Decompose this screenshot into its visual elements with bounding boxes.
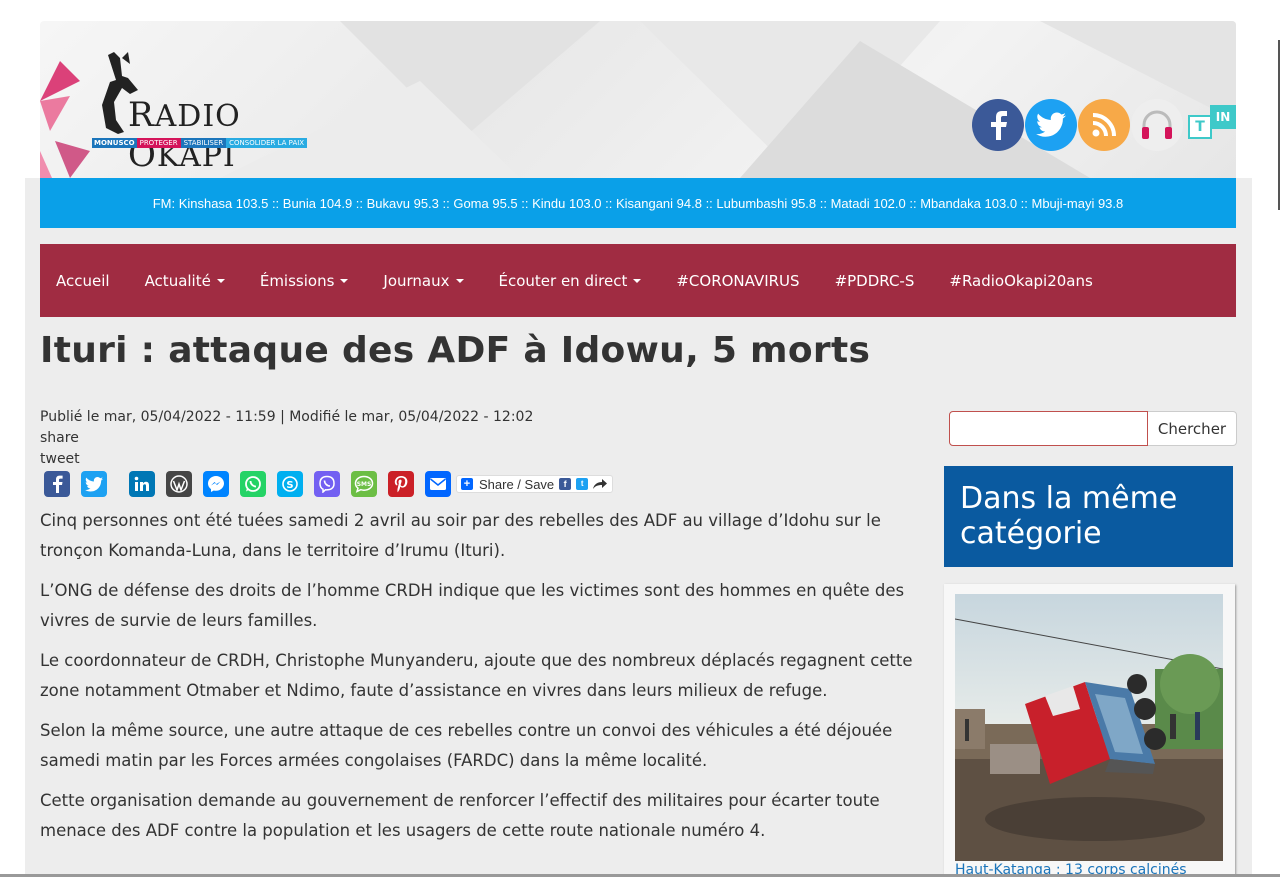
share-twitter-icon[interactable] [81, 471, 107, 497]
page-scrollbar[interactable] [1276, 0, 1280, 877]
share-link[interactable]: share [40, 428, 533, 449]
share-pinterest-icon[interactable] [388, 471, 414, 497]
article-paragraph: L’ONG de défense des droits de l’homme C… [40, 581, 905, 630]
logo-wordmark: RADIO OKAPI [128, 95, 320, 175]
search-form: Chercher [949, 411, 1237, 446]
facebook-icon[interactable] [972, 99, 1024, 151]
article-paragraph: Selon la même source, une autre attaque … [40, 721, 893, 770]
same-category-heading: Dans la même catégorie [944, 466, 1233, 567]
caret-down-icon [633, 278, 642, 283]
related-article-card[interactable]: Haut-Katanga : 13 corps calcinés [944, 584, 1235, 877]
article-meta: Publié le mar, 05/04/2022 - 11:59 | Modi… [40, 407, 533, 470]
nav-label: Émissions [259, 271, 335, 290]
related-article-image[interactable] [955, 594, 1223, 861]
share-save-label: Share / Save [479, 476, 555, 492]
nav-item-journaux[interactable]: Journaux [383, 271, 464, 290]
tweet-link[interactable]: tweet [40, 449, 533, 470]
nav-label: #CORONAVIRUS [676, 271, 800, 290]
twitter-icon[interactable] [1025, 99, 1077, 151]
social-links: T IN [972, 99, 1238, 151]
share-viber-icon[interactable] [314, 471, 340, 497]
nav-item-emissions[interactable]: Émissions [260, 272, 349, 290]
article-paragraph: Le coordonnateur de CRDH, Christophe Mun… [40, 651, 913, 700]
share-whatsapp-icon[interactable] [240, 471, 266, 497]
tin-icon-t: T [1188, 115, 1212, 139]
share-skype-icon[interactable]: S [277, 471, 303, 497]
logo-tagline-strip: MONUSCO PROTEGER STABILISER CONSOLIDER L… [92, 138, 308, 148]
mini-twitter-icon: t [576, 478, 589, 490]
article-body: Cinq personnes ont été tuées samedi 2 av… [40, 506, 920, 856]
radio-okapi-logo[interactable]: RADIO OKAPI MONUSCO PROTEGER STABILISER … [40, 50, 320, 175]
rss-icon[interactable] [1078, 99, 1130, 151]
nav-item-accueil[interactable]: Accueil [56, 272, 110, 290]
nav-item-pddrc[interactable]: #PDDRC-S [835, 272, 915, 290]
publish-date: Publié le mar, 05/04/2022 - 11:59 | Modi… [40, 409, 534, 425]
nav-label: #PDDRC-S [834, 271, 915, 290]
tin-icon[interactable]: T IN [1188, 105, 1238, 145]
main-navigation: Accueil Actualité Émissions Journaux Éco… [40, 244, 1236, 317]
nav-label: Actualité [144, 271, 211, 290]
logo-text-adio: ADIO [154, 99, 241, 134]
search-button[interactable]: Chercher [1148, 411, 1237, 446]
share-wordpress-icon[interactable] [166, 471, 192, 497]
plus-icon: + [461, 478, 473, 490]
share-arrow-icon [593, 479, 608, 489]
caret-down-icon [340, 278, 349, 283]
caret-down-icon [455, 278, 464, 283]
article-paragraph: Cinq personnes ont été tuées samedi 2 av… [40, 511, 881, 560]
nav-item-ecouter[interactable]: Écouter en direct [499, 272, 642, 290]
nav-label: Écouter en direct [498, 271, 628, 290]
share-messenger-icon[interactable] [203, 471, 229, 497]
nav-label: #RadioOkapi20ans [949, 271, 1093, 290]
share-linkedin-icon[interactable] [129, 471, 155, 497]
strip-proteger: PROTEGER [136, 138, 181, 148]
svg-text:S: S [286, 480, 293, 491]
logo-letter-r: R [128, 95, 155, 135]
search-input[interactable] [949, 411, 1148, 446]
nav-item-20ans[interactable]: #RadioOkapi20ans [949, 272, 1092, 290]
mini-facebook-icon: f [559, 478, 572, 490]
share-buttons: S SMS + Share / Save f t [44, 471, 614, 497]
share-save-button[interactable]: + Share / Save f t [456, 475, 614, 493]
nav-label: Accueil [56, 271, 110, 290]
strip-monusco: MONUSCO [92, 138, 137, 148]
share-email-icon[interactable] [425, 471, 451, 497]
tin-icon-in: IN [1210, 105, 1236, 129]
headphones-icon[interactable] [1131, 99, 1183, 151]
nav-item-actualite[interactable]: Actualité [145, 272, 225, 290]
strip-consolider: CONSOLIDER LA PAIX [226, 138, 308, 148]
nav-label: Journaux [383, 271, 450, 290]
svg-text:SMS: SMS [357, 481, 372, 488]
nav-item-coronavirus[interactable]: #CORONAVIRUS [676, 272, 799, 290]
article-title: Ituri : attaque des ADF à Idowu, 5 morts [40, 330, 871, 371]
article-paragraph: Cette organisation demande au gouverneme… [40, 791, 880, 840]
overturned-truck-photo [955, 594, 1223, 861]
share-sms-icon[interactable]: SMS [351, 471, 377, 497]
share-facebook-icon[interactable] [44, 471, 70, 497]
strip-stabiliser: STABILISER [180, 138, 227, 148]
caret-down-icon [216, 278, 225, 283]
fm-frequencies-bar: FM: Kinshasa 103.5 :: Bunia 104.9 :: Buk… [40, 178, 1236, 228]
